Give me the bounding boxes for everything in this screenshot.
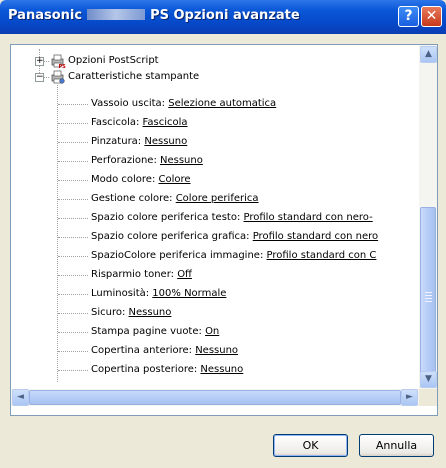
tree-connector [58, 218, 88, 219]
options-tree: + PS Opzioni PostScript − Caratteristich… [11, 45, 419, 389]
tree-connector [58, 237, 88, 238]
tree-node-printer-features[interactable]: Caratteristiche stampante [68, 69, 199, 85]
setting-back-cover[interactable]: Copertina posteriore: Nessuno [91, 362, 243, 378]
setting-toner-save[interactable]: Risparmio toner: Off [91, 267, 192, 283]
grip-line [425, 301, 432, 302]
vertical-scrollbar[interactable]: ▲ ▼ [419, 45, 437, 389]
setting-stapling[interactable]: Pinzatura: Nessuno [91, 134, 187, 150]
scroll-up-button[interactable]: ▲ [420, 46, 437, 63]
tree-connector [44, 61, 49, 62]
setting-label: Perforazione: [91, 155, 160, 166]
setting-label: Vassoio uscita: [91, 98, 169, 109]
tree-children-line [57, 85, 58, 382]
setting-punching[interactable]: Perforazione: Nessuno [91, 153, 203, 169]
printer-features-icon [51, 70, 65, 84]
setting-value[interactable]: Colore periferica [176, 193, 259, 204]
vertical-scroll-thumb[interactable] [420, 207, 436, 387]
setting-value[interactable]: Profilo standard con C [267, 250, 377, 261]
grip-line [425, 295, 432, 296]
grip-line [425, 292, 432, 293]
setting-collate[interactable]: Fascicola: Fascicola [91, 115, 188, 131]
setting-label: Gestione colore: [91, 193, 176, 204]
setting-label: Risparmio toner: [91, 269, 178, 280]
horizontal-scrollbar[interactable]: ◄ ► [11, 389, 419, 406]
setting-value[interactable]: Nessuno [129, 307, 172, 318]
tree-connector [58, 142, 88, 143]
setting-label: Copertina posteriore: [91, 364, 201, 375]
setting-label: Spazio colore periferica grafica: [91, 231, 253, 242]
tree-node-postscript[interactable]: Opzioni PostScript [68, 53, 159, 69]
tree-connector [58, 332, 88, 333]
title-bar[interactable]: Panasonic PS Opzioni avanzate ? ✕ [0, 0, 446, 34]
setting-color-management[interactable]: Gestione colore: Colore periferica [91, 191, 259, 207]
tree-connector [58, 256, 88, 257]
setting-label: Sicuro: [91, 307, 129, 318]
tree-connector [58, 313, 88, 314]
tree-connector [58, 199, 88, 200]
setting-label: Spazio colore periferica testo: [91, 212, 244, 223]
tree-connector [58, 180, 88, 181]
setting-label: Fascicola: [91, 117, 143, 128]
setting-device-color-space-graphics[interactable]: Spazio colore periferica grafica: Profil… [91, 229, 378, 245]
scroll-right-button[interactable]: ► [401, 389, 418, 406]
setting-front-cover[interactable]: Copertina anteriore: Nessuno [91, 343, 238, 359]
ok-button[interactable]: OK [273, 434, 348, 457]
setting-value[interactable]: Profilo standard con nero- [244, 212, 373, 223]
setting-value[interactable]: Nessuno [195, 345, 238, 356]
setting-value[interactable]: Selezione automatica [168, 98, 276, 109]
setting-value[interactable]: On [205, 326, 219, 337]
tree-connector [58, 123, 88, 124]
setting-label: Pinzatura: [91, 136, 145, 147]
setting-value[interactable]: Profilo standard con nero [253, 231, 378, 242]
setting-label: Modo colore: [91, 174, 159, 185]
setting-value[interactable]: Off [177, 269, 192, 280]
cancel-button[interactable]: Annulla [359, 434, 434, 457]
scroll-down-button[interactable]: ▼ [420, 371, 437, 388]
setting-label: SpazioColore periferica immagine: [91, 250, 267, 261]
window-title: Panasonic PS Opzioni avanzate [8, 8, 300, 23]
setting-value[interactable]: Nessuno [160, 155, 203, 166]
setting-value[interactable]: 100% Normale [152, 288, 226, 299]
setting-device-color-space-text[interactable]: Spazio colore periferica testo: Profilo … [91, 210, 373, 226]
horizontal-scroll-thumb[interactable] [29, 390, 401, 405]
setting-value[interactable]: Colore [159, 174, 191, 185]
setting-value[interactable]: Fascicola [143, 117, 188, 128]
expand-postscript-toggle[interactable]: + [35, 57, 44, 66]
postscript-printer-icon: PS [51, 54, 67, 68]
options-tree-panel: + PS Opzioni PostScript − Caratteristich… [10, 44, 438, 416]
setting-brightness[interactable]: Luminosità: 100% Normale [91, 286, 226, 302]
tree-connector [58, 275, 88, 276]
setting-color-mode[interactable]: Modo colore: Colore [91, 172, 191, 188]
redacted-model-name [87, 9, 146, 20]
setting-output-tray[interactable]: Vassoio uscita: Selezione automatica [91, 96, 276, 112]
scroll-left-button[interactable]: ◄ [12, 389, 29, 406]
scrollbar-corner [419, 389, 437, 406]
tree-connector [44, 77, 49, 78]
help-button[interactable]: ? [398, 6, 419, 27]
setting-label: Stampa pagine vuote: [91, 326, 206, 337]
setting-value[interactable]: Nessuno [200, 364, 243, 375]
title-suffix: PS Opzioni avanzate [150, 8, 300, 23]
setting-device-color-space-image[interactable]: SpazioColore periferica immagine: Profil… [91, 248, 376, 264]
grip-line [425, 298, 432, 299]
close-button[interactable]: ✕ [421, 6, 442, 27]
svg-text:PS: PS [59, 64, 67, 68]
collapse-printer-features-toggle[interactable]: − [35, 73, 44, 82]
setting-value[interactable]: Nessuno [144, 136, 187, 147]
tree-connector [58, 104, 88, 105]
tree-connector [58, 294, 88, 295]
tree-connector [58, 161, 88, 162]
setting-label: Copertina anteriore: [91, 345, 196, 356]
setting-print-blank-pages[interactable]: Stampa pagine vuote: On [91, 324, 219, 340]
setting-secure[interactable]: Sicuro: Nessuno [91, 305, 171, 321]
title-prefix: Panasonic [8, 8, 83, 23]
tree-connector [58, 351, 88, 352]
tree-connector [58, 370, 88, 371]
setting-label: Luminosità: [91, 288, 153, 299]
